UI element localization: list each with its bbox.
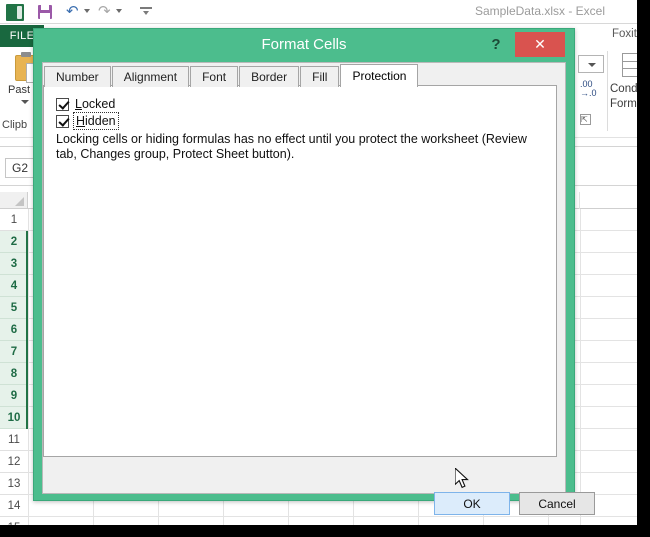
cancel-button[interactable]: Cancel	[519, 492, 595, 515]
select-all-corner[interactable]	[0, 192, 28, 209]
tab-number[interactable]: Number	[44, 66, 111, 87]
decrease-decimal-icon[interactable]: .00 →.0	[580, 80, 597, 98]
locked-accel: L	[75, 97, 82, 111]
capture-edge-bottom	[0, 525, 650, 537]
customize-qat-icon[interactable]	[140, 5, 152, 19]
hidden-label-rest: idden	[85, 114, 116, 128]
capture-edge-right	[637, 0, 650, 537]
conditional-formatting-label: Cond Form	[610, 83, 637, 110]
undo-icon[interactable]: ↶	[66, 2, 79, 20]
decimal-icon-bottom: →.0	[580, 88, 597, 98]
dialog-title-bar[interactable]: Format Cells ? ✕	[34, 29, 574, 62]
redo-dropdown-icon[interactable]	[116, 9, 122, 13]
grid-line-h	[28, 516, 637, 517]
hidden-checkbox-label: Hidden	[73, 112, 119, 130]
tab-protection[interactable]: Protection	[340, 64, 419, 87]
tab-font[interactable]: Font	[190, 66, 239, 87]
dialog-tab-strip: Number Alignment Font Border Fill Protec…	[44, 64, 419, 87]
row-header-13[interactable]: 13	[0, 473, 28, 495]
grid-line-v	[28, 209, 29, 525]
row-headers: 123456789101112131415	[0, 209, 28, 525]
locked-checkbox-label: Locked	[75, 97, 115, 111]
ok-button[interactable]: OK	[434, 492, 510, 515]
save-icon[interactable]	[38, 5, 52, 19]
protection-hint-text: Locking cells or hiding formulas has no …	[56, 132, 527, 161]
row-header-10[interactable]: 10	[0, 407, 28, 429]
group-divider	[607, 51, 608, 131]
number-dialog-launcher-icon[interactable]: ⇱	[580, 114, 591, 125]
row-header-3[interactable]: 3	[0, 253, 28, 275]
protection-tab-panel: Locked Hidden Locking cells or hiding fo…	[43, 85, 557, 457]
locked-checkbox-row[interactable]: Locked	[56, 97, 115, 111]
document-title: SampleData.xlsx - Excel	[474, 4, 605, 18]
tab-border[interactable]: Border	[239, 66, 300, 87]
clipboard-group-label: Clipb	[2, 119, 28, 131]
tab-fill[interactable]: Fill	[300, 66, 340, 87]
row-header-4[interactable]: 4	[0, 275, 28, 297]
row-header-1[interactable]: 1	[0, 209, 28, 231]
row-header-8[interactable]: 8	[0, 363, 28, 385]
hidden-accel: H	[76, 114, 86, 128]
tab-foxit-reader[interactable]: Foxit Rea	[612, 28, 637, 40]
undo-dropdown-icon[interactable]	[84, 9, 90, 13]
hidden-checkbox[interactable]	[56, 114, 69, 128]
tab-alignment[interactable]: Alignment	[111, 66, 190, 87]
row-header-15[interactable]: 15	[0, 517, 28, 525]
row-header-2[interactable]: 2	[0, 231, 28, 253]
row-header-11[interactable]: 11	[0, 429, 28, 451]
number-format-dropdown[interactable]	[578, 55, 604, 73]
locked-label-rest: ocked	[81, 97, 116, 111]
row-header-12[interactable]: 12	[0, 451, 28, 473]
row-header-9[interactable]: 9	[0, 385, 28, 407]
excel-logo-icon	[6, 4, 24, 21]
hidden-checkbox-row[interactable]: Hidden	[56, 112, 119, 130]
screenshot-root: ↶ ↷ SampleData.xlsx - Excel FILE Foxit R…	[0, 0, 650, 537]
quick-access-toolbar: ↶ ↷ SampleData.xlsx - Excel	[0, 0, 637, 24]
row-header-6[interactable]: 6	[0, 319, 28, 341]
format-cells-dialog: Format Cells ? ✕ Number Alignment Font B…	[33, 28, 595, 515]
row-header-7[interactable]: 7	[0, 341, 28, 363]
row-header-5[interactable]: 5	[0, 297, 28, 319]
help-icon[interactable]: ?	[486, 33, 506, 55]
close-icon[interactable]: ✕	[515, 32, 565, 57]
locked-checkbox[interactable]	[56, 97, 69, 111]
chevron-down-icon[interactable]	[21, 100, 29, 104]
conditional-formatting-icon	[622, 53, 637, 77]
grid-line-v	[580, 209, 581, 525]
row-header-14[interactable]: 14	[0, 495, 28, 517]
redo-icon[interactable]: ↷	[98, 2, 111, 20]
